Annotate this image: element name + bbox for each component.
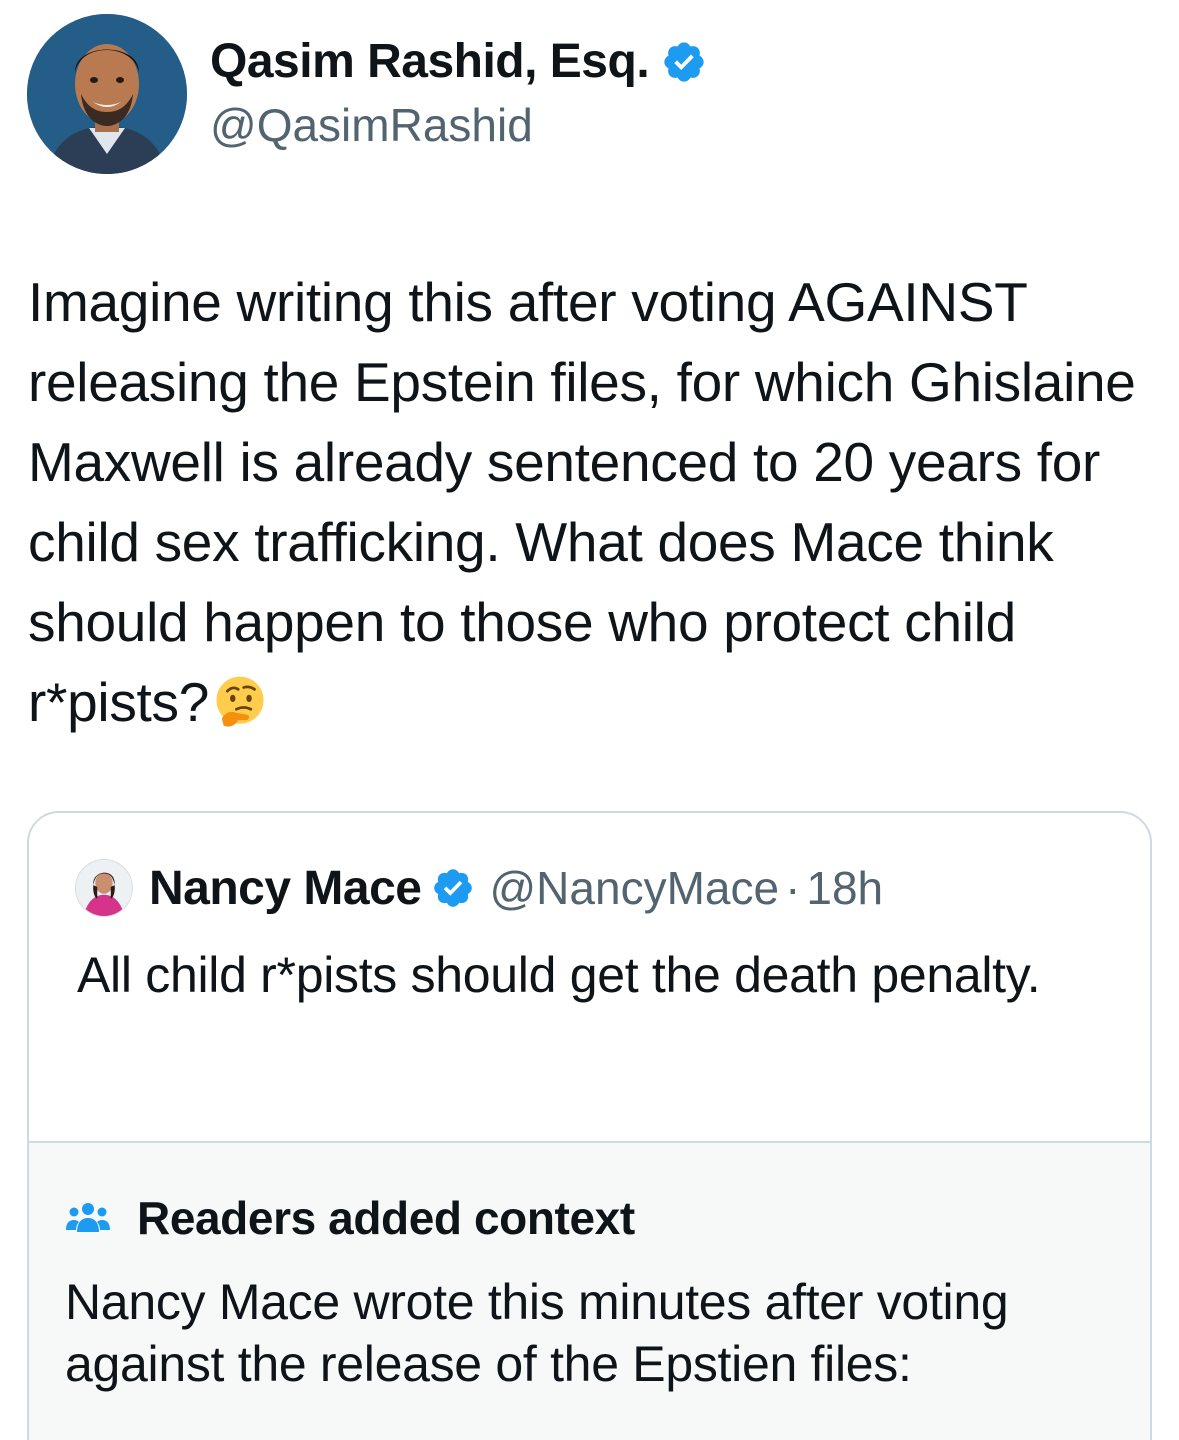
author-name[interactable]: Qasim Rashid, Esq. [210, 34, 707, 89]
tweet-text-body: Imagine writing this after voting AGAINS… [28, 271, 1136, 733]
verified-badge-icon [664, 41, 704, 82]
quoted-author-avatar[interactable] [75, 859, 133, 917]
author-name-text[interactable]: Qasim Rashid, Esq. [210, 34, 650, 89]
author-avatar[interactable] [27, 14, 187, 174]
quoted-tweet-text: All child r*pists should get the death p… [77, 947, 1041, 1003]
community-notes-context[interactable]: Readers added context Nancy Mace wrote t… [29, 1141, 1150, 1440]
people-icon [66, 1203, 110, 1232]
tweet: Qasim Rashid, Esq. @QasimRashid Imagine … [0, 0, 1179, 1440]
context-header: Readers added context [65, 1191, 635, 1245]
quoted-author-handle[interactable]: @NancyMace [489, 861, 779, 915]
author-handle[interactable]: @QasimRashid [210, 98, 533, 152]
separator-dot: · [785, 862, 801, 914]
verified-badge-icon [434, 869, 473, 907]
thinking-face-icon [216, 676, 264, 727]
context-title: Readers added context [137, 1192, 635, 1244]
context-text: Nancy Mace wrote this minutes after voti… [65, 1274, 1009, 1392]
quoted-author-name[interactable]: Nancy Mace [149, 861, 422, 916]
tweet-text: Imagine writing this after voting AGAINS… [28, 262, 1158, 742]
quoted-tweet-header: Nancy Mace @NancyMace · 18h [75, 859, 883, 917]
quoted-tweet[interactable]: Nancy Mace @NancyMace · 18h All child r*… [27, 811, 1152, 1440]
quoted-tweet-timestamp[interactable]: 18h [806, 861, 883, 915]
